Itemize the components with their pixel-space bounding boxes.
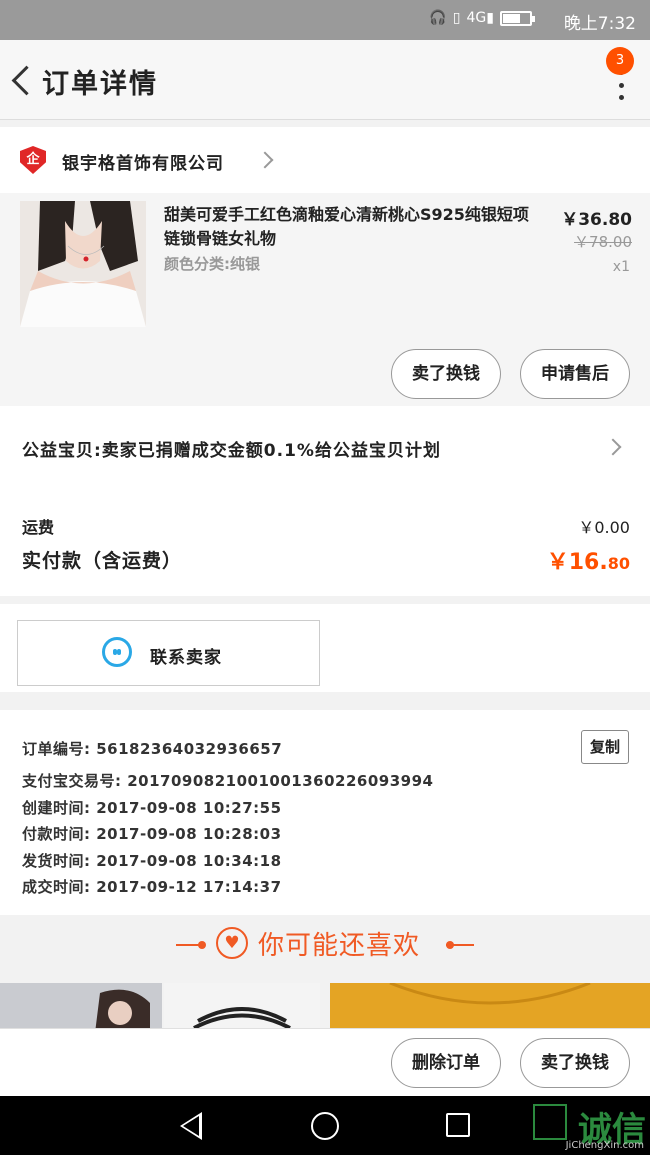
product-title[interactable]: 甜美可爱手工红色滴釉爱心清新桃心S925纯银短项链锁骨链女礼物 [164,203,534,251]
status-bar: 🎧 ▯ 4G▮ 晚上7:32 [0,0,650,40]
after-sale-button[interactable]: 申请售后 [520,349,630,399]
completed-time: 成交时间: 2017-09-12 17:14:37 [22,878,282,896]
chevron-right-icon [256,151,274,169]
product-quantity: x1 [612,259,630,275]
order-item[interactable]: 甜美可爱手工红色滴釉爱心清新桃心S925纯银短项链锁骨链女礼物 颜色分类:纯银 … [0,193,650,406]
vibrate-icon: ▯ [452,10,461,26]
contact-seller-button[interactable]: 联系卖家 [17,620,320,686]
shipping-value: ￥0.00 [578,518,630,537]
status-icons: 🎧 ▯ 4G▮ [429,10,535,26]
recommend-item[interactable] [0,983,162,1033]
product-price: ￥36.80 [561,210,632,230]
copy-button[interactable]: 复制 [581,730,629,764]
order-info: 订单编号: 56182364032936657 支付宝交易号: 20170908… [0,710,650,915]
nav-bar: 订单详情 3 [0,40,650,120]
paid-time: 付款时间: 2017-09-08 10:28:03 [22,825,282,843]
recommend-item[interactable] [164,983,320,1033]
delete-order-button[interactable]: 删除订单 [391,1038,501,1088]
created-time: 创建时间: 2017-09-08 10:27:55 [22,799,282,817]
paid-label: 实付款（含运费） [22,550,183,572]
product-thumbnail[interactable] [20,201,146,327]
nav-back-icon[interactable] [180,1112,202,1140]
alipay-trade-number: 支付宝交易号: 2017090821001001360226093994 [22,772,434,790]
back-icon[interactable] [6,60,40,100]
notification-badge: 3 [606,47,634,75]
shipping-label: 运费 [22,518,55,537]
order-number: 订单编号: 56182364032936657 [22,740,283,758]
resell-button[interactable]: 卖了换钱 [391,349,501,399]
chat-smile-icon [102,637,132,667]
nav-recent-apps-icon[interactable] [446,1113,470,1137]
recommend-item[interactable] [330,983,650,1033]
charity-and-fees: 公益宝贝:卖家已捐赠成交金额0.1%给公益宝贝计划 运费 ￥0.00 实付款（含… [0,406,650,596]
resell-bottom-button[interactable]: 卖了换钱 [520,1038,630,1088]
watermark-url: JiChengXin.com [565,1140,644,1151]
product-spec: 颜色分类:纯银 [164,255,260,273]
paid-amount: ￥16.80 [546,550,630,575]
watermark-logo [533,1104,567,1140]
signal-4g-icon: 4G▮ [466,10,494,26]
shipped-time: 发货时间: 2017-09-08 10:34:18 [22,852,282,870]
recommend-header: ♥ 你可能还喜欢 [0,915,650,975]
battery-icon [500,10,535,26]
contact-seller-label: 联系卖家 [150,648,222,668]
system-navigation-bar: 诚信 JiChengXin.com [0,1096,650,1155]
contact-section: 联系卖家 [0,604,650,692]
bottom-action-bar: 删除订单 卖了换钱 [0,1028,650,1096]
status-time: 晚上7:32 [563,14,636,34]
headset-icon: 🎧 [429,10,447,26]
enterprise-shield-icon: 企 [20,146,46,174]
nav-home-icon[interactable] [311,1112,339,1140]
chevron-right-icon [604,438,622,456]
page-title: 订单详情 [42,69,158,100]
product-original-price: ￥78.00 [574,233,632,251]
heart-icon: ♥ [216,927,248,959]
charity-notice[interactable]: 公益宝贝:卖家已捐赠成交金额0.1%给公益宝贝计划 [22,436,441,461]
shop-row[interactable]: 企 银宇格首饰有限公司 [0,127,650,193]
shop-name: 银宇格首饰有限公司 [62,154,224,174]
recommend-title: 你可能还喜欢 [258,931,421,961]
